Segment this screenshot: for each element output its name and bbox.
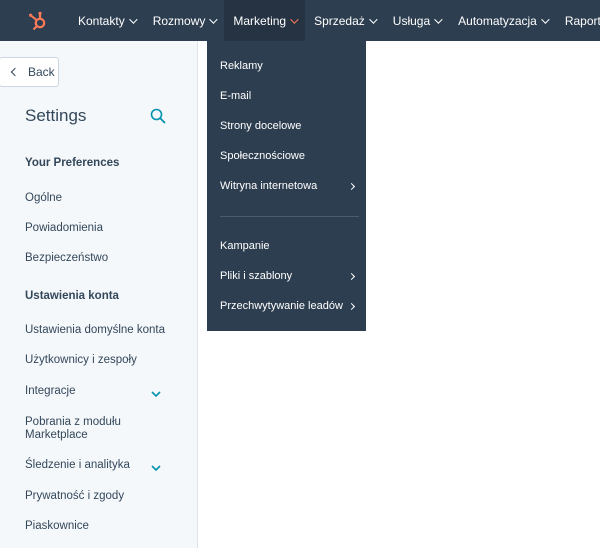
sidebar-item-marketplace-downloads[interactable]: Pobrania z modułu Marketplace [25, 416, 135, 442]
nav-label: Raporty [564, 13, 600, 28]
chevron-down-icon [541, 14, 550, 24]
nav-kontakty[interactable]: Kontakty [69, 0, 144, 41]
chevron-right-icon [347, 182, 356, 190]
chevron-down-icon [209, 14, 219, 24]
chevron-down-icon [290, 14, 299, 24]
hubspot-logo-icon[interactable] [27, 8, 49, 34]
menu-item-label: Reklamy [220, 60, 263, 72]
top-navigation: Kontakty Rozmowy Marketing Sprzedaż Usłu… [0, 0, 600, 41]
menu-item-files-templates[interactable]: Pliki i szablony [220, 270, 356, 282]
page-title: Settings [25, 106, 87, 125]
back-label: Back [28, 65, 55, 79]
menu-item-social[interactable]: Społecznościowe [220, 150, 354, 162]
menu-divider [220, 216, 359, 217]
menu-item-website[interactable]: Witryna internetowa [220, 180, 356, 192]
nav-label: Usługa [392, 13, 431, 28]
nav-raporty[interactable]: Raporty [556, 0, 600, 41]
menu-item-landing-pages[interactable]: Strony docelowe [220, 120, 354, 132]
sidebar-item-ogolne[interactable]: Ogólne [25, 192, 155, 205]
menu-item-label: Strony docelowe [220, 120, 302, 132]
nav-label: Marketing [233, 13, 287, 28]
sidebar-item-powiadomienia[interactable]: Powiadomienia [25, 222, 155, 235]
menu-item-reklamy[interactable]: Reklamy [220, 60, 354, 72]
menu-item-campaigns[interactable]: Kampanie [220, 240, 354, 252]
nav-automatyzacja[interactable]: Automatyzacja [449, 0, 556, 41]
nav-label: Sprzedaż [314, 13, 365, 28]
menu-item-email[interactable]: E-mail [220, 90, 354, 102]
chevron-down-icon[interactable] [151, 386, 161, 398]
menu-item-label: Pliki i szablony [220, 270, 293, 282]
menu-item-lead-capture[interactable]: Przechwytywanie leadów [220, 300, 356, 312]
nav-label: Automatyzacja [458, 13, 537, 28]
chevron-left-icon [10, 67, 20, 77]
chevron-right-icon [347, 272, 356, 280]
nav-usluga[interactable]: Usługa [384, 0, 449, 41]
search-icon[interactable] [150, 108, 166, 124]
menu-item-label: E-mail [220, 90, 252, 102]
chevron-down-icon [434, 14, 443, 24]
sidebar-item-privacy-consent[interactable]: Prywatność i zgody [25, 490, 155, 503]
menu-item-label: Społecznościowe [220, 150, 305, 162]
settings-sidebar: Back Settings Your Preferences Ogólne Po… [0, 41, 198, 548]
sidebar-item-sandboxes[interactable]: Piaskownice [25, 520, 155, 533]
chevron-down-icon[interactable] [151, 460, 161, 472]
sidebar-item-tracking-analytics[interactable]: Śledzenie i analityka [25, 459, 155, 472]
nav-rozmowy[interactable]: Rozmowy [144, 0, 225, 41]
chevron-down-icon [368, 14, 378, 24]
menu-item-label: Kampanie [220, 240, 270, 252]
sidebar-item-users-teams[interactable]: Użytkownicy i zespoły [25, 354, 155, 367]
nav-marketing[interactable]: Marketing [224, 0, 306, 41]
marketing-dropdown-menu: Reklamy E-mail Strony docelowe Społeczno… [207, 41, 366, 331]
sidebar-item-integrations[interactable]: Integracje [25, 385, 155, 398]
chevron-right-icon [347, 302, 356, 310]
sidebar-item-bezpieczenstwo[interactable]: Bezpieczeństwo [25, 252, 155, 265]
sidebar-item-account-defaults[interactable]: Ustawienia domyślne konta [25, 324, 175, 337]
section-heading-preferences: Your Preferences [25, 157, 120, 169]
nav-label: Rozmowy [152, 13, 206, 28]
nav-sprzedaz[interactable]: Sprzedaż [305, 0, 384, 41]
chevron-down-icon [128, 14, 138, 24]
menu-item-label: Przechwytywanie leadów [220, 300, 343, 312]
back-button[interactable]: Back [0, 57, 59, 87]
section-heading-account: Ustawienia konta [25, 290, 119, 302]
menu-item-label: Witryna internetowa [220, 180, 318, 192]
nav-label: Kontakty [78, 13, 125, 28]
